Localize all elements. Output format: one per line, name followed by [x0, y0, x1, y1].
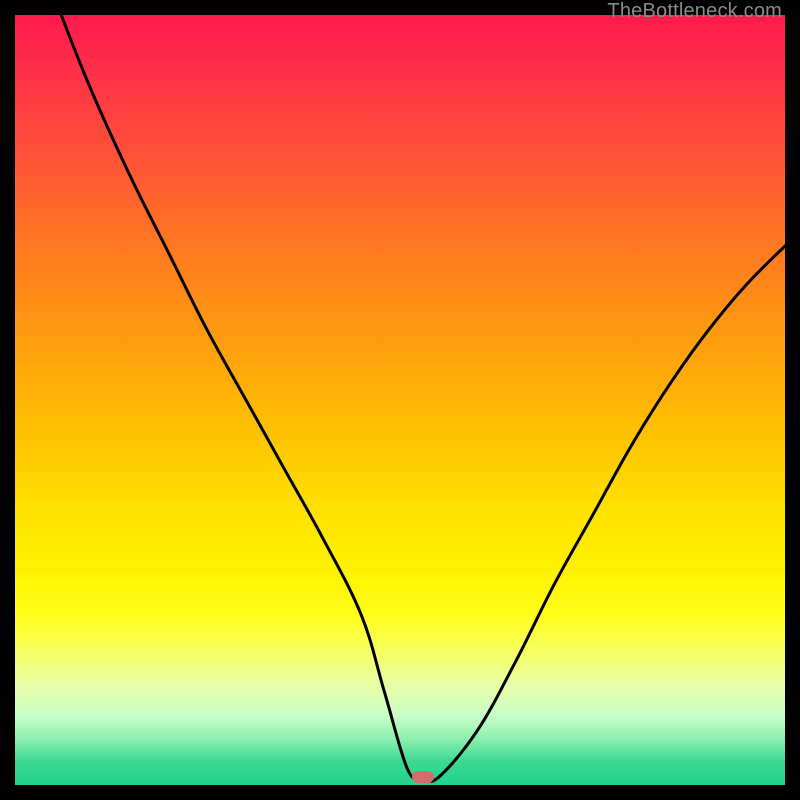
minimum-marker	[412, 771, 434, 783]
watermark-text: TheBottleneck.com	[607, 0, 782, 23]
plot-area	[15, 15, 785, 785]
bottleneck-curve	[61, 15, 785, 781]
chart-frame: TheBottleneck.com	[0, 0, 800, 800]
curve-svg	[15, 15, 785, 785]
